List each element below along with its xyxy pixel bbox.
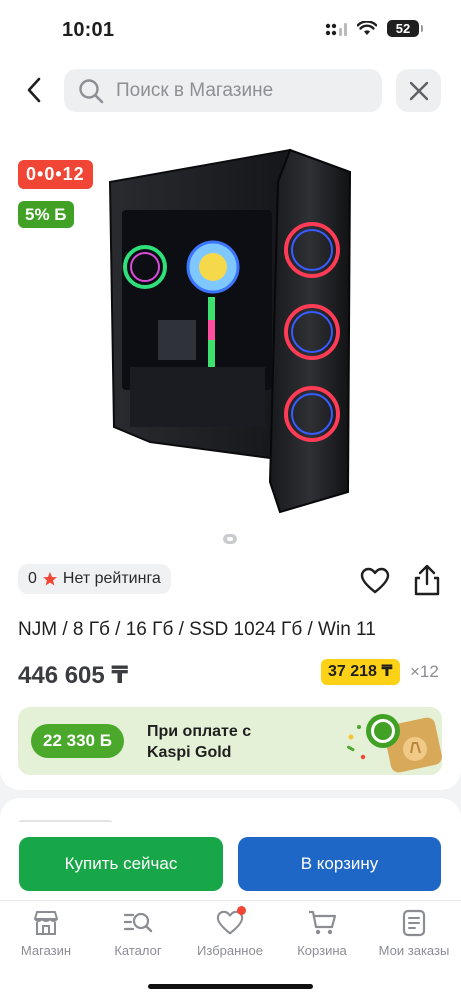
battery-indicator: 52 [387, 20, 423, 37]
favorite-heart-icon[interactable] [360, 567, 390, 595]
product-card: 0•0•12 5% Б 0 Нет рейтинга NJM / 8 Гб / … [0, 122, 461, 790]
status-bar: 10:01 52 [0, 0, 461, 60]
status-time: 10:01 [62, 19, 115, 41]
tab-my-orders[interactable]: Мои заказы [368, 909, 460, 958]
buy-now-button[interactable]: Купить сейчас [19, 837, 223, 891]
rating-text: Нет рейтинга [62, 570, 161, 587]
bonus-badge: 5% Б [18, 201, 74, 228]
tab-label: Магазин [20, 943, 72, 958]
catalog-search-icon [123, 912, 153, 933]
tab-store[interactable]: Магазин [0, 909, 92, 958]
search-icon [79, 78, 104, 103]
store-icon [34, 911, 58, 935]
product-price: 446 605 ₸ [18, 662, 129, 689]
tab-catalog[interactable]: Каталог [92, 909, 184, 958]
signal-icon [325, 22, 347, 36]
back-button[interactable] [16, 70, 52, 110]
product-title: NJM / 8 Гб / 16 Гб / SSD 1024 Гб / Win 1… [18, 619, 376, 640]
star-icon [42, 572, 57, 586]
close-icon [409, 81, 428, 100]
add-to-cart-button[interactable]: В корзину [238, 837, 441, 891]
kaspi-gold-text: При оплате с Kaspi Gold [147, 723, 252, 761]
search-header [0, 60, 461, 122]
tab-cart[interactable]: Корзина [276, 909, 368, 958]
rating-pill[interactable]: 0 Нет рейтинга [18, 564, 171, 594]
product-image[interactable] [100, 142, 360, 522]
cart-icon [309, 910, 337, 935]
kaspi-gold-bonus-amount: 22 330 Б [31, 724, 124, 758]
tab-favorites[interactable]: Избранное [184, 906, 276, 958]
kaspi-gold-banner[interactable]: 22 330 Б При оплате с Kaspi Gold [18, 707, 442, 775]
tab-label: Мои заказы [378, 943, 450, 958]
monthly-count: ×12 [410, 662, 439, 681]
monthly-payment-badge[interactable]: 37 218 ₸ [321, 659, 400, 685]
home-indicator [148, 984, 313, 989]
search-box[interactable] [64, 69, 382, 112]
purchase-action-bar: Купить сейчас В корзину [0, 822, 461, 900]
rating-count: 0 [28, 570, 37, 587]
installment-badge: 0•0•12 [18, 160, 93, 189]
search-input[interactable] [116, 79, 356, 102]
tab-label: Каталог [114, 943, 162, 958]
tab-label: Избранное [197, 943, 263, 958]
chevron-left-icon [27, 77, 41, 103]
close-search-button[interactable] [396, 69, 441, 112]
product-page: 10:01 52 Поиск в Магазине 0•0•12 5% Б 0 … [0, 0, 461, 999]
orders-icon [402, 909, 426, 937]
favorites-notification-dot [237, 906, 246, 915]
tab-label: Корзина [297, 943, 347, 958]
share-icon[interactable] [412, 564, 442, 596]
status-icons: 52 [325, 20, 423, 37]
image-pager-indicator [223, 534, 237, 544]
wifi-icon [357, 21, 377, 35]
kaspi-gold-card-icon [347, 714, 442, 773]
